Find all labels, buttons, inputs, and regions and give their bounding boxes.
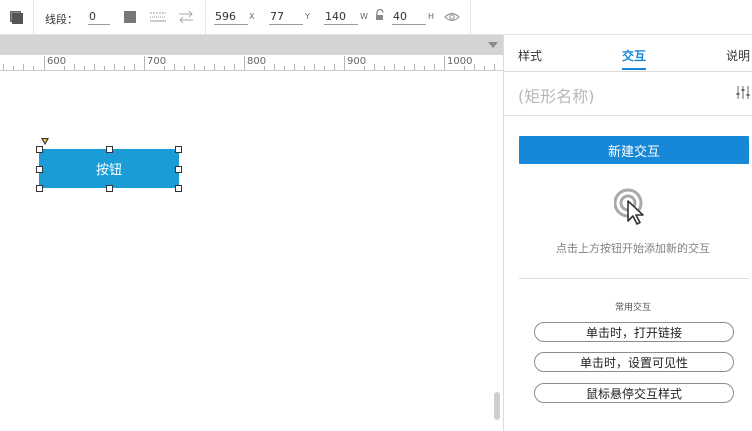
active-tab-indicator xyxy=(622,68,646,70)
quick-action-set-visibility[interactable]: 单击时，设置可见性 xyxy=(534,352,734,372)
tab-notes[interactable]: 说明 xyxy=(726,47,750,64)
x-axis-label: X xyxy=(249,12,255,21)
fill-color-swatch[interactable] xyxy=(10,11,23,24)
resize-handle[interactable] xyxy=(175,166,182,173)
tab-style[interactable]: 样式 xyxy=(518,47,542,64)
toolbar-divider xyxy=(470,0,471,35)
canvas-area[interactable]: 600 700 800 900 1000 xyxy=(0,35,503,431)
chevron-down-icon[interactable] xyxy=(488,42,498,48)
inspector-panel: 样式 交互 说明 (矩形名称) 新建交互 点击上方按钮开始添加新的交互 常用交互… xyxy=(504,35,752,431)
segment-input[interactable]: 0 xyxy=(88,9,110,25)
x-input[interactable]: 596 xyxy=(214,9,248,25)
toolbar: 线段： 0 596 X 77 Y 140 W 40 H xyxy=(0,0,752,35)
height-input[interactable]: 40 xyxy=(392,9,426,25)
common-interactions-title: 常用交互 xyxy=(614,303,651,313)
vertical-scrollbar[interactable] xyxy=(494,392,500,420)
arrow-style-icon[interactable] xyxy=(178,10,194,24)
resize-handle[interactable] xyxy=(36,146,43,153)
new-interaction-button[interactable]: 新建交互 xyxy=(519,136,749,164)
divider xyxy=(504,115,752,116)
resize-handle[interactable] xyxy=(36,185,43,192)
empty-hint-text: 点击上方按钮开始添加新的交互 xyxy=(556,242,710,255)
toolbar-divider xyxy=(33,0,34,35)
inspector-tabs: 样式 交互 说明 xyxy=(504,35,752,72)
quick-action-hover-style[interactable]: 鼠标悬停交互样式 xyxy=(534,383,734,403)
sliders-icon[interactable] xyxy=(736,86,750,99)
button-widget[interactable]: 按钮 xyxy=(39,149,179,188)
resize-handle[interactable] xyxy=(106,146,113,153)
line-color-swatch[interactable] xyxy=(124,11,136,23)
shape-name-input[interactable]: (矩形名称) xyxy=(518,83,595,107)
quick-action-open-link[interactable]: 单击时，打开链接 xyxy=(534,322,734,342)
click-cursor-icon xyxy=(613,188,654,226)
resize-handle[interactable] xyxy=(36,166,43,173)
height-axis-label: H xyxy=(428,12,435,21)
toolbar-divider xyxy=(205,0,206,35)
y-input[interactable]: 77 xyxy=(269,9,303,25)
line-style-icon[interactable] xyxy=(150,11,166,23)
divider xyxy=(519,278,749,279)
width-axis-label: W xyxy=(360,12,368,21)
resize-handle[interactable] xyxy=(106,185,113,192)
tab-interaction[interactable]: 交互 xyxy=(622,47,646,64)
y-axis-label: Y xyxy=(305,12,310,21)
segment-label: 线段： xyxy=(45,13,78,26)
button-widget-label: 按钮 xyxy=(95,163,122,178)
eye-icon[interactable] xyxy=(444,11,460,23)
horizontal-ruler: 600 700 800 900 1000 xyxy=(0,55,503,71)
resize-handle[interactable] xyxy=(175,185,182,192)
ruler-label: 1000 xyxy=(447,56,473,67)
lock-icon[interactable] xyxy=(375,8,385,21)
page-tab-bar xyxy=(0,35,503,55)
resize-handle[interactable] xyxy=(175,146,182,153)
width-input[interactable]: 140 xyxy=(324,9,358,25)
